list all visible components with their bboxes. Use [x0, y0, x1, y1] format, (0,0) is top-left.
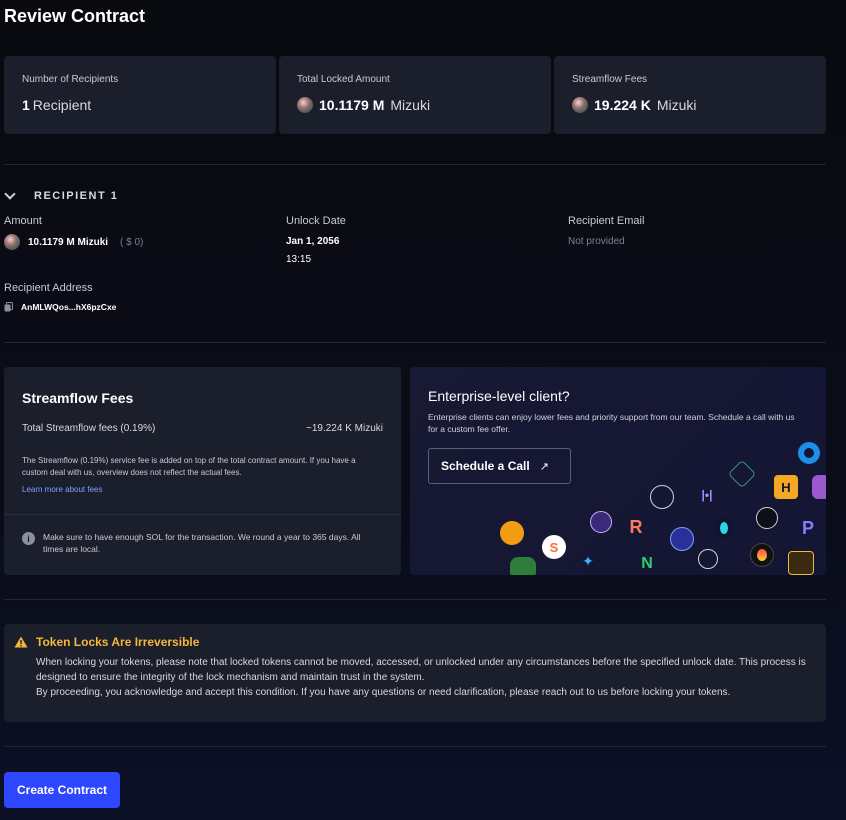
enterprise-description: Enterprise clients can enjoy lower fees … [428, 412, 795, 434]
unlock-time: 13:15 [286, 254, 312, 265]
partner-logo-icon [756, 507, 778, 529]
stat-label: Number of Recipients [22, 74, 119, 85]
token-icon [572, 97, 588, 113]
fees-note: i Make sure to have enough SOL for the t… [22, 531, 361, 555]
stat-label: Streamflow Fees [572, 74, 648, 85]
recipient-toggle[interactable]: RECIPIENT 1 [4, 190, 118, 202]
partner-logo-icon: R [629, 516, 643, 537]
learn-more-fees-link[interactable]: Learn more about fees [22, 485, 103, 494]
partner-logo-icon: H [774, 475, 798, 499]
amount-usd: ( $ 0) [120, 236, 144, 248]
partner-logo-icon [698, 549, 718, 569]
stat-value: 10.1179 M Mizuki [297, 97, 533, 113]
schedule-call-label: Schedule a Call [441, 459, 530, 473]
amount-label: Amount [4, 215, 42, 227]
partner-logo-icon [670, 527, 694, 551]
enterprise-title: Enterprise-level client? [428, 388, 570, 404]
stat-label: Total Locked Amount [297, 74, 390, 85]
warning-line-1: When locking your tokens, please note th… [36, 657, 806, 683]
warning-text: When locking your tokens, please note th… [36, 655, 806, 700]
warning-title: Token Locks Are Irreversible [36, 635, 200, 649]
locked-value: 10.1179 M [319, 97, 385, 113]
recipient-heading: RECIPIENT 1 [34, 190, 119, 202]
partner-logo-icon [650, 485, 674, 509]
partner-logo-icon: |•| [701, 488, 713, 502]
email-label: Recipient Email [568, 215, 645, 227]
copy-icon[interactable] [4, 302, 13, 312]
partner-logo-icon: S [542, 535, 566, 559]
irreversible-warning: Token Locks Are Irreversible When lockin… [4, 624, 826, 722]
recipients-count: 1 [22, 97, 30, 113]
address-row: AnMLWQos...hX6pzCxe [4, 302, 116, 312]
fees-unit: Mizuki [656, 97, 697, 113]
page-title: Review Contract [4, 6, 146, 26]
partner-logo-icon: ✦ [582, 552, 594, 569]
create-contract-button[interactable]: Create Contract [4, 772, 120, 808]
partner-logo-icon [788, 551, 814, 575]
partner-logo-icon [714, 517, 734, 539]
partner-logo-icon [727, 459, 757, 489]
partner-logo-icon [812, 475, 826, 499]
token-icon [4, 234, 20, 250]
stat-card-locked: Total Locked Amount 10.1179 M Mizuki [279, 56, 551, 134]
divider [4, 164, 826, 165]
warning-icon [14, 636, 28, 648]
token-icon [297, 97, 313, 113]
warning-title-row: Token Locks Are Irreversible [14, 635, 199, 649]
amount-value-row: 10.1179 M Mizuki ( $ 0) [4, 234, 143, 250]
fees-row-value: ~19.224 K Mizuki [306, 423, 383, 434]
stat-card-recipients: Number of Recipients 1 Recipient [4, 56, 276, 134]
fees-note-text: Make sure to have enough SOL for the tra… [43, 532, 361, 554]
partner-logo-icon [798, 442, 820, 464]
stat-value: 19.224 K Mizuki [572, 97, 808, 113]
divider [4, 746, 826, 747]
stat-value: 1 Recipient [22, 97, 258, 113]
unlock-date: Jan 1, 2056 [286, 236, 340, 247]
divider [4, 599, 826, 600]
partner-logo-icon [750, 543, 774, 567]
partner-logo-icon [510, 557, 536, 575]
schedule-call-button[interactable]: Schedule a Call ↗ [428, 448, 571, 484]
chevron-down-icon [4, 190, 16, 202]
unlock-label: Unlock Date [286, 215, 346, 227]
fees-row-label: Total Streamflow fees (0.19%) [22, 423, 156, 434]
partner-logo-icon [500, 521, 524, 545]
fees-card: Streamflow Fees Total Streamflow fees (0… [4, 367, 401, 575]
divider [4, 342, 826, 343]
summary-stats: Number of Recipients 1 Recipient Total L… [4, 56, 826, 134]
divider [4, 514, 401, 515]
partner-logo-icon [590, 511, 612, 533]
partner-logo-icon: N [641, 555, 653, 572]
email-value: Not provided [568, 236, 625, 247]
fees-value: 19.224 K [594, 97, 651, 113]
fees-row: Total Streamflow fees (0.19%) ~19.224 K … [22, 423, 383, 434]
warning-line-2: By proceeding, you acknowledge and accep… [36, 687, 731, 698]
fees-description: The Streamflow (0.19%) service fee is ad… [22, 456, 356, 477]
address-label: Recipient Address [4, 282, 93, 294]
stat-card-fees: Streamflow Fees 19.224 K Mizuki [554, 56, 826, 134]
partner-logo-icon: P [801, 517, 814, 538]
locked-unit: Mizuki [390, 97, 431, 113]
arrow-up-right-icon: ↗ [539, 460, 549, 473]
fees-card-title: Streamflow Fees [22, 390, 134, 406]
address-value: AnMLWQos...hX6pzCxe [21, 302, 117, 312]
amount-value: 10.1179 M Mizuki [28, 236, 109, 248]
enterprise-card: Enterprise-level client? Enterprise clie… [410, 367, 826, 575]
info-icon: i [22, 532, 35, 545]
recipients-unit: Recipient [32, 97, 92, 113]
